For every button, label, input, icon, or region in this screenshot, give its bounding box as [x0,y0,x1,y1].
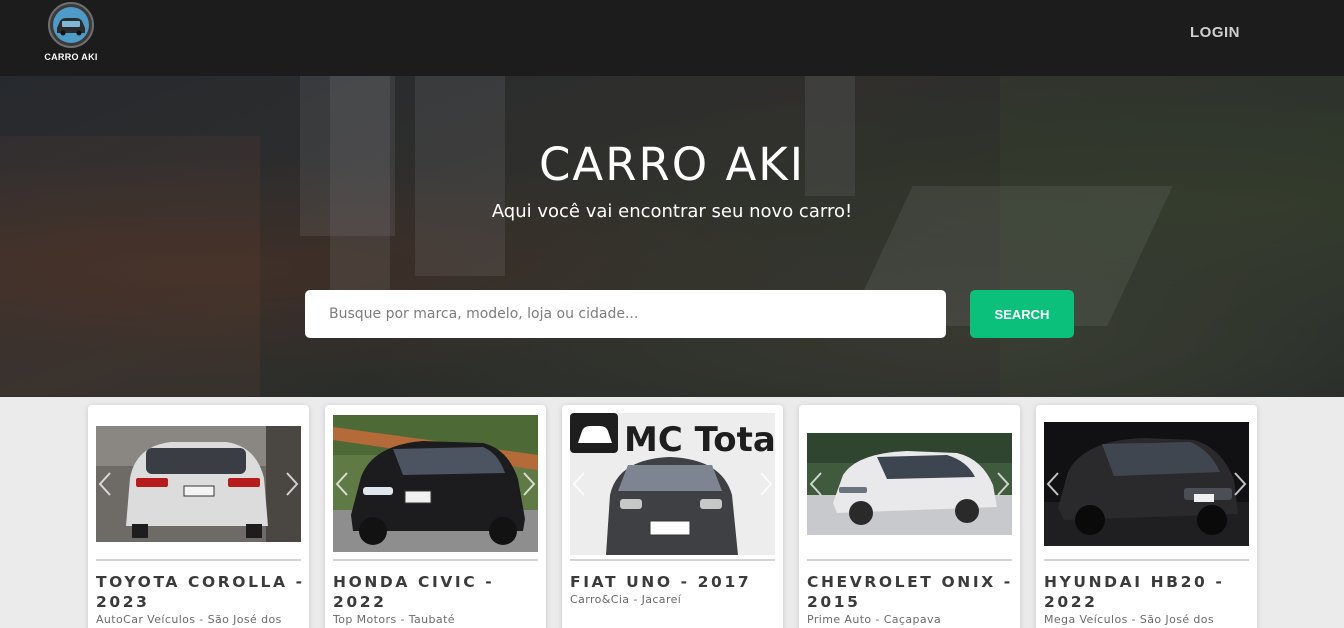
store-location: AutoCar Veículos - São José dos [96,613,282,626]
car-photo [333,415,538,552]
car-title: TOYOTA COROLLA - 2023 [96,573,305,611]
hero-title: CARRO AKI [538,138,806,191]
car-title: HYUNDAI HB20 - 2022 [1044,573,1225,611]
chevron-left-icon[interactable] [333,470,351,498]
search-button[interactable]: SEARCH [970,290,1074,338]
search-input[interactable] [305,290,946,338]
chevron-right-icon[interactable] [520,470,538,498]
card-divider [570,559,775,561]
chevron-right-icon[interactable] [994,470,1012,498]
car-title: HONDA CIVIC - 2022 [333,573,495,611]
store-location: Top Motors - Taubaté [333,613,455,626]
dealer-banner-text: MC Total veiculo [624,420,775,460]
car-card[interactable]: CHEVROLET ONIX - 2015 Prime Auto - Caçap… [799,405,1020,628]
chevron-left-icon[interactable] [1044,470,1062,498]
brand-name: CARRO AKI [44,52,98,62]
car-card[interactable]: TOYOTA COROLLA - 2023 AutoCar Veículos -… [88,405,309,628]
chevron-right-icon[interactable] [1231,470,1249,498]
hero-subtitle: Aqui você vai encontrar seu novo carro! [491,201,853,222]
car-photo: MC Total veiculo [570,413,775,555]
hero-banner: CARRO AKI Aqui você vai encontrar seu no… [0,76,1344,397]
car-card[interactable]: MC Total veiculo FIAT UNO - 2017 Carro&C… [562,405,783,628]
car-photo [1044,422,1249,546]
chevron-left-icon[interactable] [570,470,588,498]
chevron-right-icon[interactable] [283,470,301,498]
car-photo [807,433,1012,535]
card-divider [333,559,538,561]
chevron-left-icon[interactable] [807,470,825,498]
car-title: CHEVROLET ONIX - 2015 [807,573,1013,611]
store-location: Prime Auto - Caçapava [807,613,942,626]
chevron-right-icon[interactable] [757,470,775,498]
car-title: FIAT UNO - 2017 [570,573,752,591]
car-logo-icon [48,2,94,48]
car-card[interactable]: HYUNDAI HB20 - 2022 Mega Veículos - São … [1036,405,1257,628]
card-divider [807,559,1012,561]
card-divider [1044,559,1249,561]
chevron-left-icon[interactable] [96,470,114,498]
card-divider [96,559,301,561]
car-card[interactable]: HONDA CIVIC - 2022 Top Motors - Taubaté [325,405,546,628]
login-link[interactable]: LOGIN [1190,24,1240,41]
store-location: Mega Veículos - São José dos [1044,613,1215,626]
car-photo [96,426,301,542]
store-location: Carro&Cia - Jacareí [570,593,682,606]
top-navbar: CARRO AKI LOGIN [0,0,1344,76]
brand-logo[interactable]: CARRO AKI [38,2,104,72]
